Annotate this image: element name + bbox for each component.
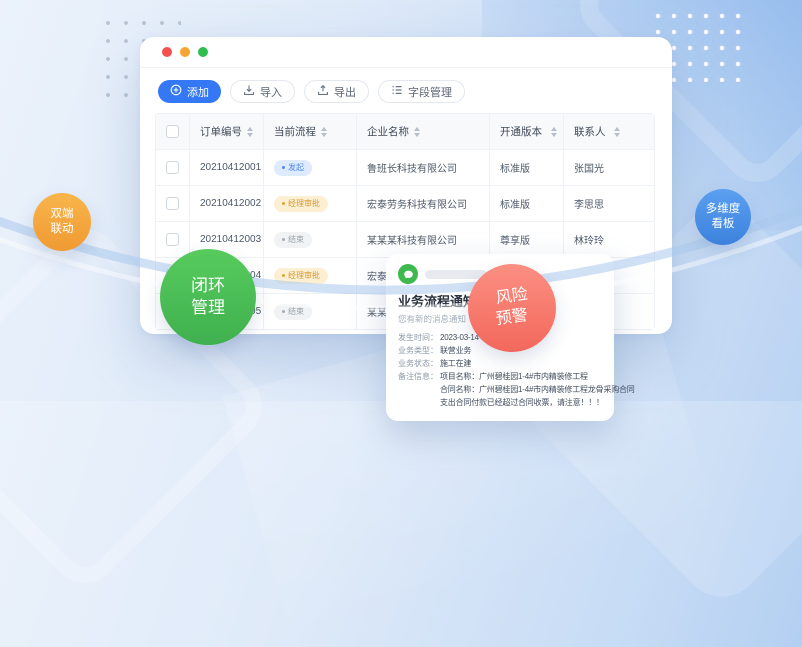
sort-arrows-icon (551, 127, 557, 137)
window-control-maximize[interactable] (198, 47, 208, 57)
sort-arrows-icon (614, 127, 620, 137)
status-dot-icon (282, 238, 285, 241)
sort-arrows-icon (247, 127, 253, 137)
toolbar: 添加 导入 导出 字段管理 (140, 68, 672, 113)
import-button[interactable]: 导入 (230, 80, 295, 103)
window-titlebar (140, 37, 672, 68)
table-row[interactable]: 20210412002 经理审批 宏泰劳务科技有限公司 标准版 李思思 (156, 185, 654, 221)
export-up-icon (317, 84, 329, 99)
cell-company: 鲁班长科技有限公司 (356, 150, 489, 185)
table-row[interactable]: 20210412001 发起 鲁班长科技有限公司 标准版 张国光 (156, 149, 654, 185)
table-row[interactable]: 20210412003 结束 某某某科技有限公司 尊享版 林玲玲 (156, 221, 654, 257)
notification-field-row: 支出合同付款已经超过合同收票，请注意！！！ (398, 396, 602, 409)
field-label: 备注信息： (398, 370, 440, 383)
plus-circle-icon (170, 84, 182, 99)
field-value: 施工在建 (440, 357, 471, 370)
list-icon (391, 84, 403, 99)
field-value: 合同名称：广州碧桂园1-4#市内精装修工程龙骨采购合同 (440, 383, 635, 396)
export-button-label: 导出 (334, 84, 356, 100)
cell-company: 某某某科技有限公司 (356, 222, 489, 257)
status-dot-icon (282, 274, 285, 277)
column-header-version[interactable]: 开通版本 (489, 114, 563, 149)
table-header-row: 订单编号 当前流程 企业名称 开通版本 联系人 (156, 114, 654, 149)
column-header-order-id[interactable]: 订单编号 (189, 114, 263, 149)
chat-bubble-icon (398, 264, 418, 284)
import-down-icon (243, 84, 255, 99)
field-value: 支出合同付款已经超过合同收票，请注意！！！ (440, 396, 604, 409)
window-control-close[interactable] (162, 47, 172, 57)
notification-field-row: 合同名称：广州碧桂园1-4#市内精装修工程龙骨采购合同 (398, 383, 602, 396)
window-control-minimize[interactable] (180, 47, 190, 57)
sort-arrows-icon (321, 127, 327, 137)
cell-version: 标准版 (489, 150, 563, 185)
field-value: 项目名称：广州碧桂园1-4#市内精装修工程 (440, 370, 588, 383)
status-tag: 发起 (274, 160, 312, 176)
column-header-status[interactable]: 当前流程 (263, 114, 356, 149)
column-header-company[interactable]: 企业名称 (356, 114, 489, 149)
notification-field-row: 业务状态：施工在建 (398, 357, 602, 370)
cell-status: 结束 (263, 222, 356, 257)
field-label (398, 383, 440, 396)
row-checkbox[interactable] (166, 233, 179, 246)
field-label: 发生时间： (398, 331, 440, 344)
badge-multi-board: 多维度 看板 (695, 189, 751, 245)
cell-version: 标准版 (489, 186, 563, 221)
cell-status: 发起 (263, 150, 356, 185)
cell-status: 经理审批 (263, 258, 356, 293)
export-button[interactable]: 导出 (304, 80, 369, 103)
cell-order-id: 20210412002 (189, 186, 263, 221)
cell-version: 尊享版 (489, 222, 563, 257)
badge-dual-link: 双端 联动 (33, 193, 91, 251)
sort-arrows-icon (414, 127, 420, 137)
cell-contact: 林玲玲 (563, 222, 654, 257)
add-button-label: 添加 (187, 84, 209, 100)
status-tag: 结束 (274, 232, 312, 248)
status-tag: 结束 (274, 304, 312, 320)
row-checkbox[interactable] (166, 197, 179, 210)
cell-order-id: 20210412001 (189, 150, 263, 185)
field-manage-button[interactable]: 字段管理 (378, 80, 465, 103)
import-button-label: 导入 (260, 84, 282, 100)
status-dot-icon (282, 310, 285, 313)
row-checkbox[interactable] (166, 161, 179, 174)
column-header-label: 开通版本 (500, 124, 542, 139)
column-header-label: 当前流程 (274, 124, 316, 139)
sender-placeholder-bar (425, 270, 487, 279)
status-tag: 经理审批 (274, 196, 328, 212)
status-tag: 经理审批 (274, 268, 328, 284)
column-header-contact[interactable]: 联系人 (563, 114, 654, 149)
status-dot-icon (282, 202, 285, 205)
cell-contact: 李思思 (563, 186, 654, 221)
cell-contact: 张国光 (563, 150, 654, 185)
column-header-label: 联系人 (574, 124, 606, 139)
field-label (398, 396, 440, 409)
badge-closed-loop: 闭环 管理 (160, 249, 256, 345)
field-label: 业务类型： (398, 344, 440, 357)
field-label: 业务状态： (398, 357, 440, 370)
select-all-checkbox[interactable] (166, 125, 179, 138)
add-button[interactable]: 添加 (158, 80, 221, 103)
badge-risk-alert: 风险 预警 (468, 264, 556, 352)
cell-status: 结束 (263, 294, 356, 329)
field-value: 联营业务 (440, 344, 471, 357)
status-dot-icon (282, 166, 285, 169)
field-manage-button-label: 字段管理 (408, 84, 452, 100)
cell-company: 宏泰劳务科技有限公司 (356, 186, 489, 221)
notification-field-row: 备注信息：项目名称：广州碧桂园1-4#市内精装修工程 (398, 370, 602, 383)
column-header-label: 订单编号 (200, 124, 242, 139)
column-header-label: 企业名称 (367, 124, 409, 139)
cell-status: 经理审批 (263, 186, 356, 221)
